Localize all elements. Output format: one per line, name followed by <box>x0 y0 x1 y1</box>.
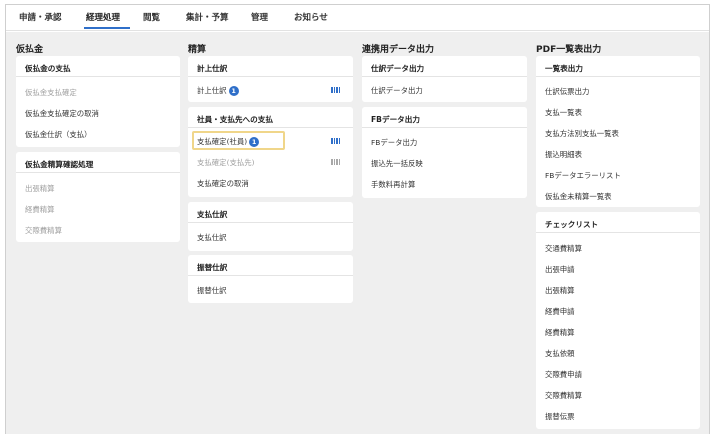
menu-item-label: 支払確定(社員) <box>197 137 248 146</box>
menu-item-payment-confirm-employee[interactable]: 支払確定(社員) 1 <box>197 136 260 147</box>
main-content: 仮払金 仮払金の支払 仮払金支払確定 仮払金支払確定の取消 仮払金仕訳（支払） … <box>6 32 709 434</box>
card-header: 支払仕訳 <box>197 210 228 219</box>
card-header: チェックリスト <box>545 220 599 229</box>
count-badge: 1 <box>249 137 260 147</box>
barcode-icon[interactable] <box>331 87 340 93</box>
card-header: 一覧表出力 <box>545 64 583 73</box>
divider <box>16 172 180 173</box>
card-furikae-shiwake: 振替仕訳 振替仕訳 <box>188 255 353 303</box>
card-header: 計上仕訳 <box>197 64 228 73</box>
card-checklist: チェックリスト 交通費精算 出張申請 出張精算 経費申請 経費精算 支払依頼 交… <box>536 212 700 429</box>
tab-browse[interactable]: 閲覧 <box>143 11 160 23</box>
menu-item-payment-by-method-list[interactable]: 支払方法別支払一覧表 <box>545 128 619 139</box>
column-title-renkei: 連携用データ出力 <box>362 45 435 55</box>
divider <box>16 76 180 77</box>
card-karibarai-settlement: 仮払金精算確認処理 出張精算 経費精算 交際費精算 <box>16 152 180 242</box>
menu-item-trip-settlement-check[interactable]: 出張精算 <box>545 285 575 296</box>
active-tab-indicator <box>84 27 130 29</box>
menu-item-karibarai-journal[interactable]: 仮払金仕訳（支払） <box>25 129 92 140</box>
menu-item-payment-confirm-cancel[interactable]: 支払確定の取消 <box>197 178 249 189</box>
divider <box>362 76 527 77</box>
tab-admin[interactable]: 管理 <box>251 11 268 23</box>
menu-item-transfer-slip[interactable]: 振替伝票 <box>545 411 575 422</box>
divider <box>188 127 353 128</box>
menu-item-expense-application[interactable]: 経費申請 <box>545 306 575 317</box>
menu-item-fee-recalculate[interactable]: 手数料再計算 <box>371 179 415 190</box>
menu-item-keijou-shiwake[interactable]: 計上仕訳 1 <box>197 85 239 96</box>
barcode-icon[interactable] <box>331 138 340 144</box>
menu-item-payment-request[interactable]: 支払依頼 <box>545 348 575 359</box>
divider <box>188 222 353 223</box>
tab-application-approval[interactable]: 申請・承認 <box>19 11 62 23</box>
menu-item-bulk-payee-apply[interactable]: 振込先一括反映 <box>371 158 423 169</box>
menu-item-transfer-statement[interactable]: 振込明細表 <box>545 149 582 160</box>
menu-item-entertainment-settlement: 交際費精算 <box>25 226 62 235</box>
menu-item-expense-settlement: 経費精算 <box>25 205 55 214</box>
column-title-seisan: 精算 <box>188 45 207 55</box>
menu-item-journal-slip-output[interactable]: 仕訳伝票出力 <box>545 86 589 97</box>
card-header: 仮払金精算確認処理 <box>25 160 94 169</box>
menu-item-entertainment-application[interactable]: 交際費申請 <box>545 369 582 380</box>
card-header: 仮払金の支払 <box>25 64 71 73</box>
menu-item-transport-settlement[interactable]: 交通費精算 <box>545 243 582 254</box>
menu-item-karibarai-cancel[interactable]: 仮払金支払確定の取消 <box>25 108 99 119</box>
menu-item-label: 計上仕訳 <box>197 86 227 95</box>
divider <box>362 127 527 128</box>
card-header: 仕訳データ出力 <box>371 64 425 73</box>
menu-item-journal-data-output[interactable]: 仕訳データ出力 <box>371 85 423 96</box>
menu-item-entertainment-settlement-check[interactable]: 交際費精算 <box>545 390 582 401</box>
menu-item-karibarai-confirm: 仮払金支払確定 <box>25 88 77 97</box>
card-header: FBデータ出力 <box>371 115 420 124</box>
card-keijou-shiwake: 計上仕訳 計上仕訳 1 <box>188 56 353 102</box>
card-journal-data-output: 仕訳データ出力 仕訳データ出力 <box>362 56 527 102</box>
card-list-output: 一覧表出力 仕訳伝票出力 支払一覧表 支払方法別支払一覧表 振込明細表 FBデー… <box>536 56 700 207</box>
menu-item-payment-list[interactable]: 支払一覧表 <box>545 107 582 118</box>
tab-aggregation-budget[interactable]: 集計・予算 <box>186 11 229 23</box>
tab-bar: 申請・承認 経理処理 閲覧 集計・予算 管理 お知らせ <box>6 5 709 31</box>
menu-item-furikae-shiwake[interactable]: 振替仕訳 <box>197 285 227 296</box>
menu-item-expense-settlement-check[interactable]: 経費精算 <box>545 327 575 338</box>
card-karibarai-payment: 仮払金の支払 仮払金支払確定 仮払金支払確定の取消 仮払金仕訳（支払） <box>16 56 180 147</box>
column-title-karibarai: 仮払金 <box>16 45 44 55</box>
divider <box>188 76 353 77</box>
app-frame: 申請・承認 経理処理 閲覧 集計・予算 管理 お知らせ 仮払金 仮払金の支払 仮… <box>5 4 710 434</box>
column-title-pdf: PDF一覧表出力 <box>536 45 602 55</box>
menu-item-fb-error-list[interactable]: FBデータエラーリスト <box>545 170 621 181</box>
menu-item-payment-confirm-payee: 支払確定(支払先) <box>197 158 255 167</box>
card-payment-to-employees: 社員・支払先への支払 支払確定(社員) 1 支払確定(支払先) 支払確定の取消 <box>188 107 353 197</box>
tab-notices[interactable]: お知らせ <box>294 11 328 23</box>
divider <box>188 275 353 276</box>
menu-item-fb-data-output[interactable]: FBデータ出力 <box>371 137 417 148</box>
card-header: 社員・支払先への支払 <box>197 115 273 124</box>
menu-item-shiharai-shiwake[interactable]: 支払仕訳 <box>197 232 227 243</box>
card-header: 振替仕訳 <box>197 263 228 272</box>
menu-item-trip-settlement: 出張精算 <box>25 184 55 193</box>
divider <box>536 76 700 77</box>
tab-accounting[interactable]: 経理処理 <box>86 11 120 23</box>
card-shiharai-shiwake: 支払仕訳 支払仕訳 <box>188 202 353 251</box>
menu-item-unsettled-advance-list[interactable]: 仮払金未精算一覧表 <box>545 191 612 202</box>
count-badge: 1 <box>228 86 239 96</box>
divider <box>536 232 700 233</box>
barcode-icon <box>331 159 340 165</box>
card-fb-data-output: FBデータ出力 FBデータ出力 振込先一括反映 手数料再計算 <box>362 107 527 198</box>
menu-item-trip-application[interactable]: 出張申請 <box>545 264 575 275</box>
